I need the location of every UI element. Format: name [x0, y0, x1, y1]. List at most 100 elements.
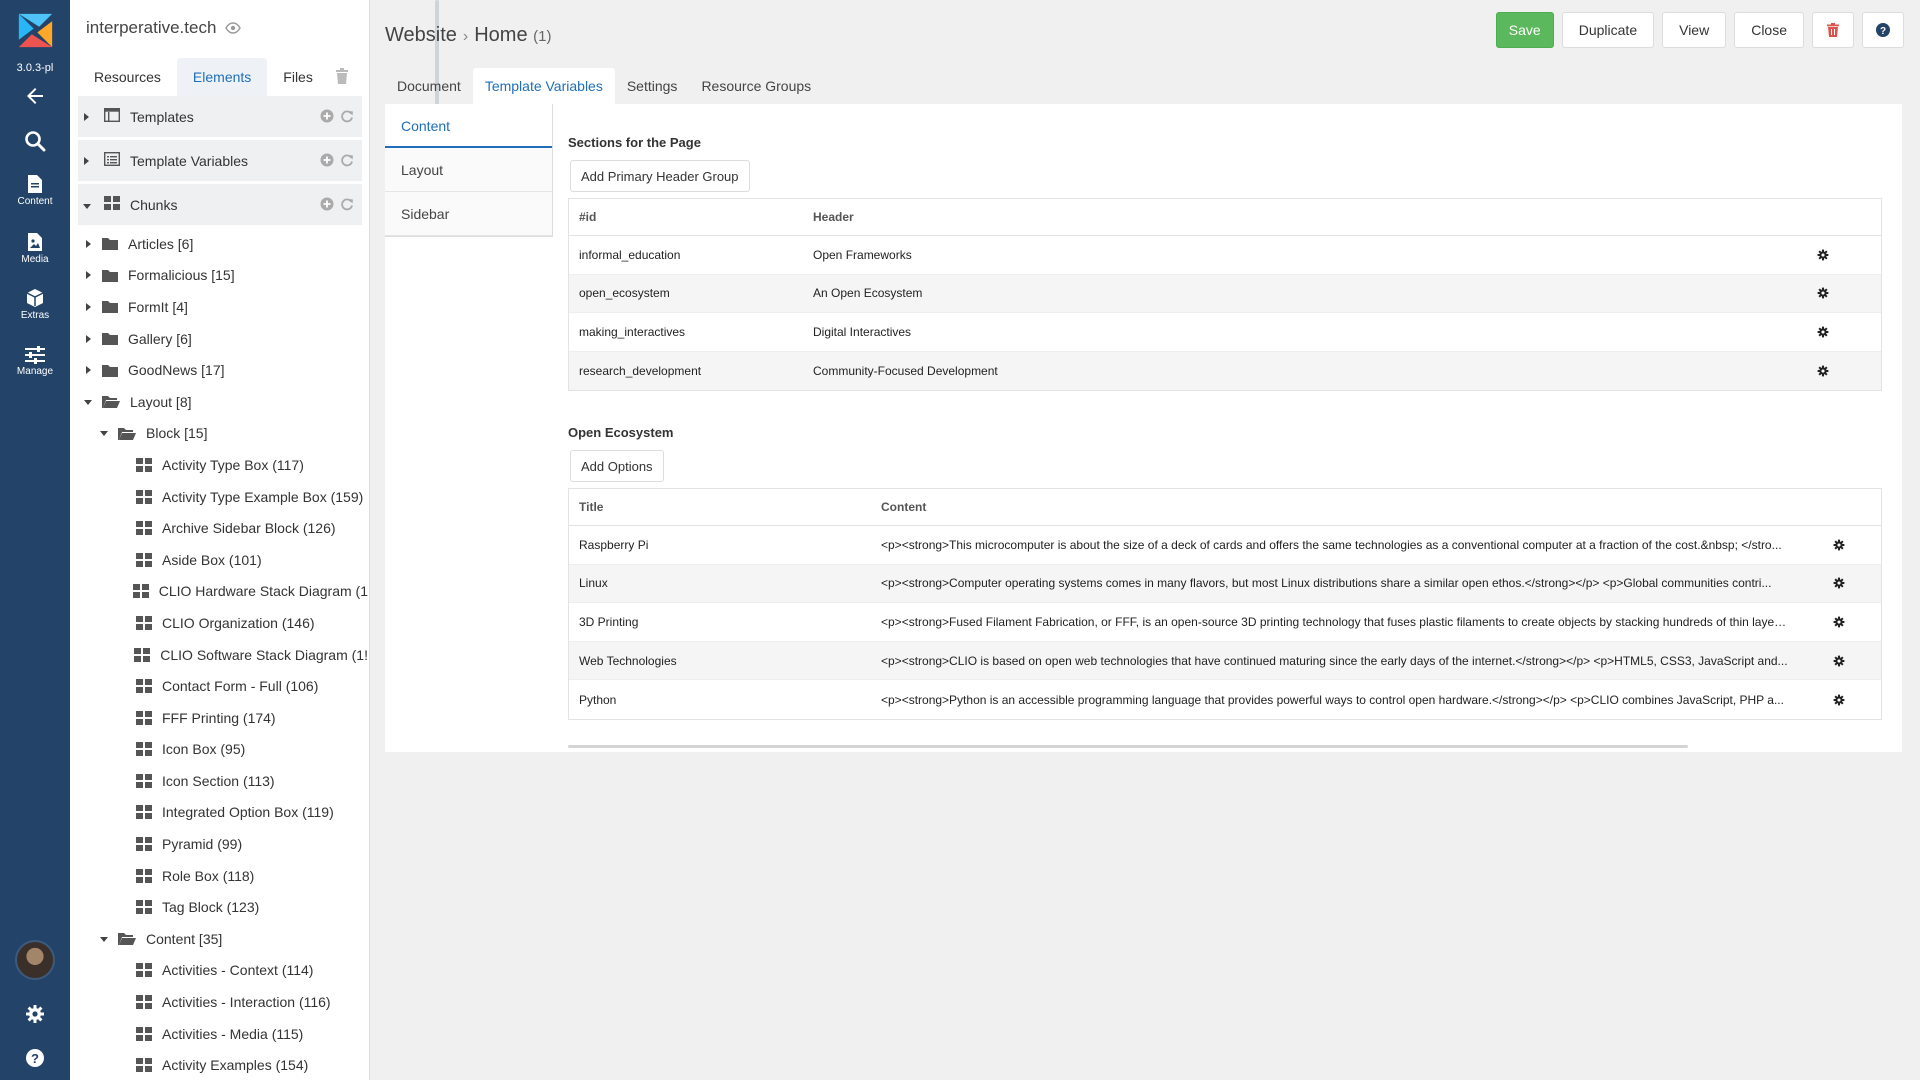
- tree-chunk-item[interactable]: Integrated Option Box (119): [78, 797, 368, 829]
- breadcrumb-root[interactable]: Website: [385, 24, 457, 46]
- gear-icon[interactable]: [1817, 326, 1829, 338]
- refresh-icon[interactable]: [340, 109, 354, 126]
- caret-right-icon[interactable]: [82, 365, 94, 375]
- tree-chunk-item[interactable]: FFF Printing (174): [78, 702, 368, 734]
- tv-tab-sidebar[interactable]: Sidebar: [385, 192, 552, 236]
- help-button[interactable]: ?: [0, 1048, 70, 1068]
- table-row[interactable]: 3D Printing <p><strong>Fused Filament Fab…: [569, 603, 1881, 642]
- tab-resource-groups[interactable]: Resource Groups: [689, 68, 823, 104]
- tab-resources[interactable]: Resources: [78, 58, 177, 96]
- column-header-header[interactable]: Header: [803, 210, 1803, 224]
- table-row[interactable]: open_ecosystem An Open Ecosystem: [569, 274, 1881, 314]
- delete-button[interactable]: [1812, 12, 1854, 48]
- gear-icon[interactable]: [1817, 287, 1829, 299]
- table-row[interactable]: making_interactives Digital Interactives: [569, 313, 1881, 352]
- gear-icon[interactable]: [1833, 577, 1845, 589]
- add-circle-icon[interactable]: [320, 197, 334, 214]
- table-row[interactable]: Python <p><strong>Python is an accessible…: [569, 680, 1881, 719]
- tree-folder-item[interactable]: GoodNews [17]: [78, 354, 368, 386]
- gear-icon[interactable]: [1833, 539, 1845, 551]
- refresh-icon[interactable]: [340, 197, 354, 214]
- table-row[interactable]: research_development Community-Focused De…: [569, 351, 1881, 391]
- tree-folder-item[interactable]: Layout [8]: [78, 386, 368, 418]
- tree-chunk-item[interactable]: Aside Box (101): [78, 544, 368, 576]
- gear-icon[interactable]: [1833, 694, 1845, 706]
- gear-icon[interactable]: [1817, 249, 1829, 261]
- tree-folder-item[interactable]: FormIt [4]: [78, 291, 368, 323]
- gear-icon[interactable]: [1833, 616, 1845, 628]
- help-button[interactable]: ?: [1862, 12, 1904, 48]
- nav-content[interactable]: Content: [0, 174, 70, 207]
- refresh-icon[interactable]: [340, 153, 354, 170]
- tree-chunk-item[interactable]: Contact Form - Full (106): [78, 670, 368, 702]
- tree-folder-item[interactable]: Articles [6]: [78, 228, 368, 260]
- trash-icon[interactable]: [335, 68, 349, 87]
- tree-chunk-item[interactable]: CLIO Organization (146): [78, 607, 368, 639]
- caret-right-icon[interactable]: [82, 334, 94, 344]
- table-row[interactable]: Linux <p><strong>Computer operating syste…: [569, 564, 1881, 604]
- add-circle-icon[interactable]: [320, 109, 334, 126]
- tree-chunk-item[interactable]: Role Box (118): [78, 860, 368, 892]
- column-header-content[interactable]: Content: [871, 500, 1771, 514]
- tv-tab-content[interactable]: Content: [385, 104, 552, 148]
- tree-chunk-item[interactable]: CLIO Hardware Stack Diagram (1: [78, 576, 368, 608]
- gear-icon[interactable]: [1833, 655, 1845, 667]
- column-header-title[interactable]: Title: [569, 500, 871, 514]
- search-button[interactable]: [0, 130, 70, 152]
- tab-template-variables[interactable]: Template Variables: [472, 68, 615, 104]
- section-template-variables[interactable]: Template Variables: [78, 140, 362, 182]
- caret-down-icon[interactable]: [98, 935, 110, 943]
- site-title[interactable]: interperative.tech: [86, 18, 241, 39]
- tree-chunk-item[interactable]: Icon Box (95): [78, 734, 368, 766]
- table-row[interactable]: Raspberry Pi <p><strong>This microcompute…: [569, 526, 1881, 565]
- nav-media[interactable]: Media: [0, 232, 70, 265]
- gear-icon[interactable]: [1817, 365, 1829, 377]
- caret-right-icon[interactable]: [82, 239, 94, 249]
- duplicate-button[interactable]: Duplicate: [1561, 12, 1655, 48]
- add-options-button[interactable]: Add Options: [570, 450, 664, 482]
- modx-logo[interactable]: [17, 12, 54, 49]
- save-button[interactable]: Save: [1495, 12, 1554, 48]
- tree-folder-item[interactable]: Block [15]: [78, 418, 368, 450]
- tree-chunk-item[interactable]: Activity Type Example Box (159): [78, 481, 368, 513]
- tab-document[interactable]: Document: [385, 68, 473, 104]
- tree-chunk-item[interactable]: Tag Block (123): [78, 891, 368, 923]
- section-templates[interactable]: Templates: [78, 96, 362, 138]
- caret-right-icon[interactable]: [82, 270, 94, 280]
- tab-elements[interactable]: Elements: [176, 58, 268, 96]
- tree-chunk-item[interactable]: CLIO Software Stack Diagram (1!: [78, 639, 368, 671]
- tree-chunk-item[interactable]: Icon Section (113): [78, 765, 368, 797]
- tree-chunk-item[interactable]: Activities - Interaction (116): [78, 986, 368, 1018]
- tree-folder-item[interactable]: Formalicious [15]: [78, 260, 368, 292]
- add-circle-icon[interactable]: [320, 153, 334, 170]
- tree-chunk-item[interactable]: Archive Sidebar Block (126): [78, 512, 368, 544]
- tree-chunk-item[interactable]: Activities - Context (114): [78, 955, 368, 987]
- tree-chunk-item[interactable]: Activity Examples (154): [78, 1049, 368, 1080]
- eye-icon[interactable]: [225, 19, 241, 39]
- back-button[interactable]: [0, 86, 70, 106]
- table-row[interactable]: informal_education Open Frameworks: [569, 236, 1881, 275]
- horizontal-scrollbar[interactable]: [568, 745, 1688, 748]
- caret-down-icon[interactable]: [82, 398, 94, 406]
- nav-manage[interactable]: Manage: [0, 346, 70, 377]
- tab-settings[interactable]: Settings: [615, 68, 690, 104]
- tree-chunk-item[interactable]: Activities - Media (115): [78, 1018, 368, 1050]
- table-row[interactable]: Web Technologies <p><strong>CLIO is based…: [569, 641, 1881, 681]
- tree-chunk-item[interactable]: Pyramid (99): [78, 828, 368, 860]
- caret-right-icon[interactable]: [82, 302, 94, 312]
- caret-down-icon[interactable]: [82, 197, 98, 213]
- nav-extras[interactable]: Extras: [0, 288, 70, 321]
- tree-folder-item[interactable]: Content [35]: [78, 923, 368, 955]
- caret-right-icon[interactable]: [82, 109, 98, 125]
- view-button[interactable]: View: [1662, 12, 1727, 48]
- caret-right-icon[interactable]: [82, 153, 98, 169]
- settings-button[interactable]: [0, 1004, 70, 1024]
- section-chunks[interactable]: Chunks: [78, 184, 362, 226]
- close-button[interactable]: Close: [1734, 12, 1804, 48]
- user-avatar[interactable]: [15, 940, 55, 980]
- column-header-id[interactable]: #id: [569, 210, 803, 224]
- caret-down-icon[interactable]: [98, 429, 110, 437]
- tree-chunk-item[interactable]: Activity Type Box (117): [78, 449, 368, 481]
- tv-tab-layout[interactable]: Layout: [385, 148, 552, 192]
- tab-files[interactable]: Files: [267, 58, 329, 96]
